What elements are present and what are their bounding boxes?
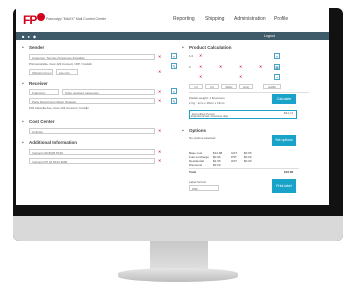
app-header: FP Francotyp "MAXX" Mail Control Center … bbox=[16, 8, 329, 32]
receiver-type-clear-icon[interactable]: ✕ bbox=[158, 89, 161, 94]
sender-address: Prinzenstraße, Cust 123 Cunnert / ZIP / … bbox=[29, 62, 92, 66]
set-options-button[interactable]: Set options bbox=[272, 135, 296, 146]
nav-shipping[interactable]: Shipping bbox=[205, 16, 224, 22]
unit-ozs-pill[interactable]: ozs/lbs bbox=[263, 84, 281, 89]
shipping-from-field[interactable]: Lite info bbox=[56, 69, 78, 75]
additional-2-clear-icon[interactable]: ✕ bbox=[158, 158, 161, 163]
receiver-edit-button[interactable]: ✎ bbox=[171, 98, 177, 104]
cost-center-icon: ▪ bbox=[22, 119, 24, 125]
sender-title: Sender bbox=[29, 45, 45, 50]
options-icon: ▪ bbox=[182, 128, 184, 134]
cost-center-field[interactable]: Unlimite bbox=[29, 128, 155, 134]
print-label-button[interactable]: Print label bbox=[272, 179, 296, 193]
total-row-amount-4: $0.00 bbox=[213, 163, 221, 167]
qty-pill-1[interactable]: 1.0 bbox=[189, 84, 203, 89]
sender-field[interactable]: Customer: Service (Francotyp-Postalia) bbox=[29, 54, 155, 60]
receiver-type-field[interactable]: Francotyp bbox=[29, 89, 59, 95]
product-icon: ▪ bbox=[182, 45, 184, 51]
sender-search-button[interactable]: ⌕ bbox=[171, 53, 177, 59]
shipping-from-label: Shipping From bbox=[29, 69, 53, 75]
label-format-value: PDF bbox=[192, 187, 198, 191]
service-price: $21.71 bbox=[284, 111, 294, 115]
receiver-title: Receiver bbox=[29, 81, 48, 86]
dim-3-clear-icon[interactable]: ✕ bbox=[219, 64, 222, 69]
total-row-taxlabel-3: HST bbox=[231, 159, 237, 163]
add-package-button[interactable]: + bbox=[274, 74, 280, 80]
packet-dimensions: 1 Kg : 1cm x 18cm x 13cm bbox=[189, 101, 225, 105]
nav-administration[interactable]: Administration bbox=[234, 16, 266, 22]
app-screen: FP Francotyp "MAXX" Mail Control Center … bbox=[16, 8, 329, 205]
receiver-search-button[interactable]: ⌕ bbox=[171, 88, 177, 94]
dim-6-clear-icon[interactable]: ✕ bbox=[199, 74, 202, 79]
receiver-category-field[interactable]: Kobe recipient categories bbox=[62, 89, 155, 95]
receiver-icon: ▪ bbox=[22, 81, 24, 87]
cost-center-title: Cost Center bbox=[29, 119, 55, 124]
logout-link[interactable]: Logout bbox=[264, 34, 275, 38]
brand-subtitle: Francotyp "MAXX" Mail Control Center bbox=[46, 17, 107, 21]
totals-divider bbox=[189, 168, 299, 169]
monitor-stand-base bbox=[118, 268, 238, 282]
dim-1-clear-icon[interactable]: ✕ bbox=[199, 53, 202, 58]
unit-metric-pill[interactable]: Metric bbox=[221, 84, 237, 89]
nav-profile[interactable]: Profile bbox=[274, 16, 288, 22]
dim-5-clear-icon[interactable]: ✕ bbox=[259, 64, 262, 69]
receiver-name-field[interactable]: Parts Department (Eiser Strasse) bbox=[29, 98, 155, 104]
unit-lbs-pill[interactable]: Lb(s) bbox=[239, 84, 253, 89]
label-format-label: Label format bbox=[189, 180, 206, 184]
shipping-clear-icon[interactable]: ✕ bbox=[158, 69, 161, 74]
total-row-tax-3: $0.00 bbox=[244, 159, 252, 163]
product-divider bbox=[189, 92, 309, 93]
monitor-stand-neck bbox=[150, 241, 208, 271]
dimension-button[interactable]: ▦ bbox=[274, 64, 280, 70]
total-amount: $16.66 bbox=[284, 170, 294, 174]
product-lookup-button[interactable]: ⌕ bbox=[274, 53, 280, 59]
additional-info-title: Additional Information bbox=[29, 140, 77, 145]
toolbar-icons[interactable]: ■ ● ◆ bbox=[22, 34, 37, 39]
additional-info-field-1[interactable]: Instructn 09 8025 P160 bbox=[29, 149, 155, 155]
additional-info-icon: ▪ bbox=[22, 140, 24, 146]
nav-reporting[interactable]: Reporting bbox=[173, 16, 195, 22]
sender-icon: ▪ bbox=[22, 45, 24, 51]
receiver-address: 100 Cantolla Ave, Cust 123 Cunnert / Cod… bbox=[29, 106, 89, 110]
service-arrival: Expected arrival: 2 business days bbox=[191, 115, 229, 118]
additional-1-clear-icon[interactable]: ✕ bbox=[158, 149, 161, 154]
options-title: Options bbox=[189, 128, 206, 133]
product-title: Product Calculation bbox=[189, 45, 232, 50]
dim-2-clear-icon[interactable]: ✕ bbox=[199, 64, 202, 69]
packet-weight: Packet weight: 1 lb/ounces bbox=[189, 96, 225, 100]
monitor-chin bbox=[13, 216, 343, 241]
dim-4-clear-icon[interactable]: ✕ bbox=[239, 64, 242, 69]
calculate-button[interactable]: Calculate bbox=[272, 94, 296, 104]
total-row-label-4: Discounts bbox=[189, 163, 203, 167]
dim-7-clear-icon[interactable]: ✕ bbox=[239, 74, 242, 79]
cost-center-clear-icon[interactable]: ✕ bbox=[158, 128, 161, 133]
label-format-select[interactable]: PDF bbox=[189, 185, 219, 191]
options-note: No options selected bbox=[189, 136, 216, 140]
brand-logo: FP bbox=[23, 13, 46, 27]
sender-clear-icon[interactable]: ✕ bbox=[158, 54, 161, 59]
sender-edit-button[interactable]: ✎ bbox=[171, 63, 177, 69]
additional-info-field-2[interactable]: Instructn P5 04 5013 3600 bbox=[29, 158, 155, 164]
qty-pill-2[interactable]: 2.0 bbox=[205, 84, 219, 89]
dim-2[interactable]: 0 bbox=[189, 65, 191, 69]
top-toolbar: ■ ● ◆ Logout bbox=[16, 32, 329, 40]
total-label: Total bbox=[189, 170, 196, 174]
dim-1[interactable]: 1.0 bbox=[189, 54, 193, 58]
receiver-name-clear-icon[interactable]: ✕ bbox=[158, 98, 161, 103]
